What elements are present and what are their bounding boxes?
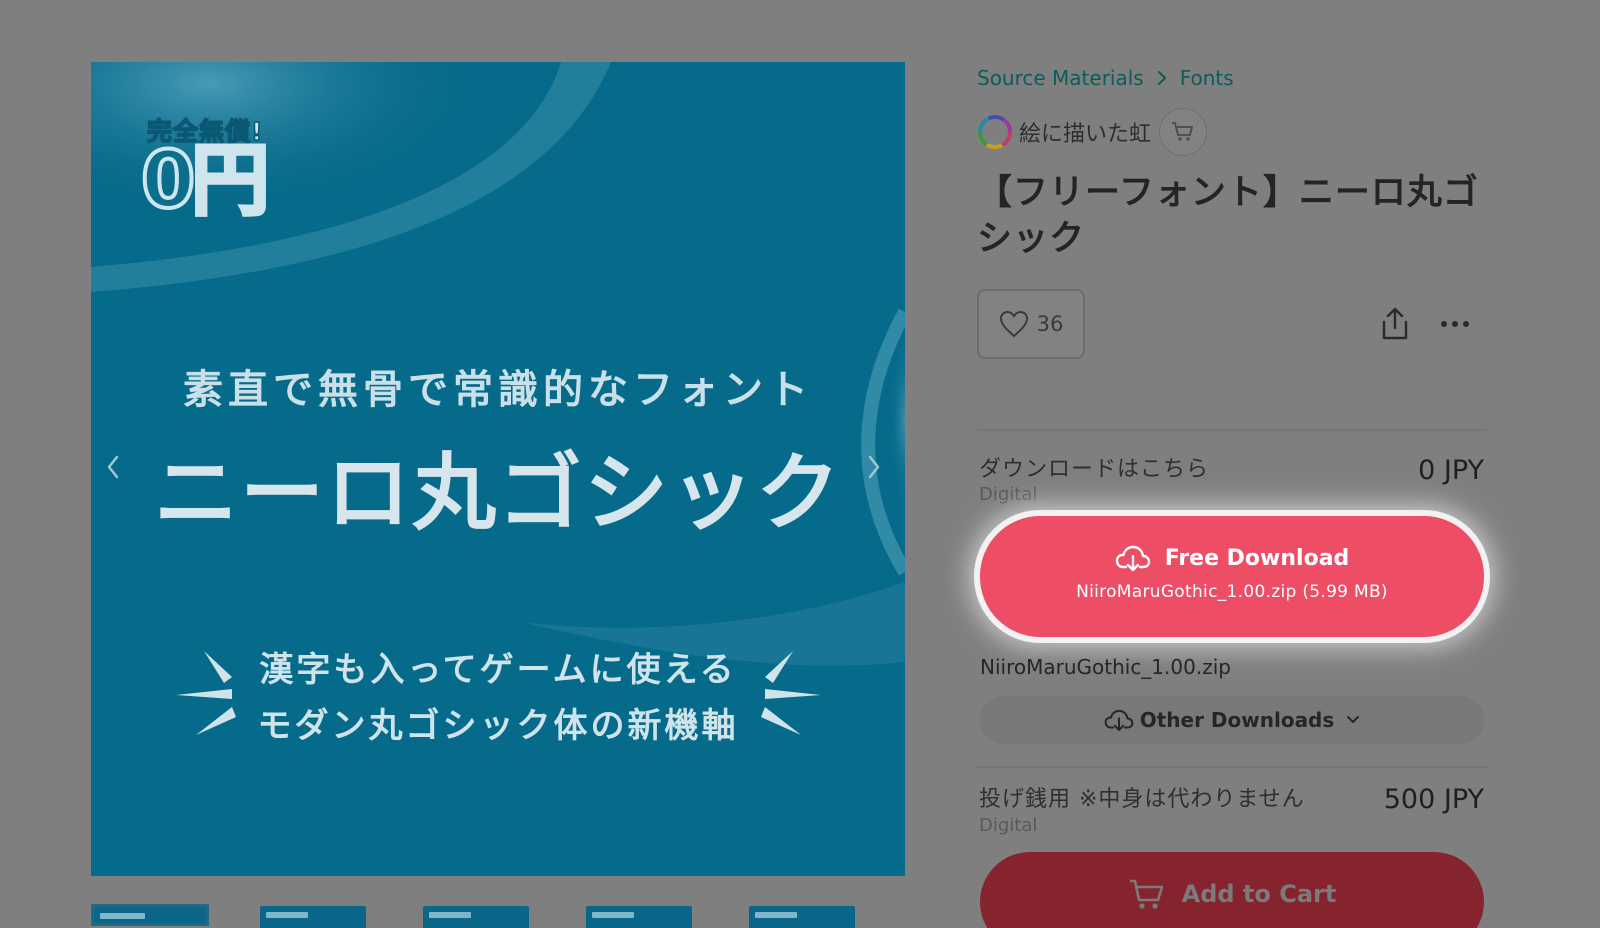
thumbnail-strip: [91, 904, 891, 928]
chevron-left-icon[interactable]: [98, 447, 128, 487]
price-badge-text: 0円: [139, 136, 271, 226]
other-downloads-label: Other Downloads: [1139, 708, 1335, 732]
chevron-right-icon[interactable]: [859, 447, 889, 487]
breadcrumb-fonts[interactable]: Fonts: [1180, 66, 1234, 90]
thumbnail[interactable]: [586, 906, 692, 928]
free-download-label: Free Download: [1164, 545, 1350, 571]
like-button[interactable]: 36: [977, 289, 1085, 359]
shop-cart-button[interactable]: [1159, 108, 1208, 156]
download-filename: NiiroMaruGothic_1.00.zip: [980, 655, 1231, 679]
thumbnail[interactable]: [260, 906, 366, 928]
cloud-download-icon: [1104, 709, 1134, 731]
shop-info: 絵に描いた虹: [977, 108, 1208, 156]
chevron-down-icon: [1347, 716, 1360, 723]
like-count: 36: [1036, 312, 1064, 336]
thumbnail[interactable]: [423, 906, 529, 928]
cloud-download-icon: [1115, 545, 1150, 572]
item-name-download: ダウンロードはこちら: [979, 457, 1210, 482]
free-download-button[interactable]: Free Download NiiroMaruGothic_1.00.zip (…: [980, 516, 1484, 637]
hero-subtitle: 素直で無骨で常識的なフォント: [183, 367, 813, 413]
heart-icon: [999, 310, 1028, 338]
item-name-tip: 投げ銭用 ※中身は代わりません: [979, 787, 1305, 812]
breadcrumb-source-materials[interactable]: Source Materials: [977, 66, 1144, 90]
chevron-right-icon: [1156, 69, 1168, 87]
add-to-cart-label: Add to Cart: [1181, 880, 1337, 908]
more-options-icon[interactable]: [1439, 318, 1473, 330]
download-file-info: NiiroMaruGothic_1.00.zip (5.99 MB): [1076, 582, 1388, 602]
item-price: 500 JPY: [1383, 784, 1484, 815]
cart-icon: [1129, 879, 1163, 909]
shop-name[interactable]: 絵に描いた虹: [1019, 116, 1151, 148]
item-type: Digital: [979, 815, 1038, 836]
hero-title: ニーロ丸ゴシック: [153, 444, 842, 542]
item-type: Digital: [979, 484, 1038, 505]
thumbnail[interactable]: [749, 906, 855, 928]
shop-logo[interactable]: [977, 114, 1013, 150]
cart-icon: [1172, 122, 1193, 141]
product-image[interactable]: 完全無償! 0円 素直で無骨で常識的なフォント ニーロ丸ゴシック 漢字も入ってゲ…: [91, 62, 905, 876]
other-downloads-button[interactable]: Other Downloads: [980, 696, 1484, 744]
share-icon[interactable]: [1378, 306, 1412, 342]
divider: [977, 766, 1487, 768]
add-to-cart-button[interactable]: Add to Cart: [980, 852, 1484, 928]
product-title: 【フリーフォント】ニーロ丸ゴシック: [977, 173, 1479, 259]
hero-line-2: モダン丸ゴシック体の新機軸: [257, 706, 739, 746]
thumbnail[interactable]: [91, 904, 209, 926]
item-price: 0 JPY: [1418, 455, 1484, 486]
breadcrumb: Source Materials Fonts: [977, 66, 1234, 90]
hero-line-1: 漢字も入ってゲームに使える: [259, 650, 737, 690]
divider: [977, 429, 1487, 431]
